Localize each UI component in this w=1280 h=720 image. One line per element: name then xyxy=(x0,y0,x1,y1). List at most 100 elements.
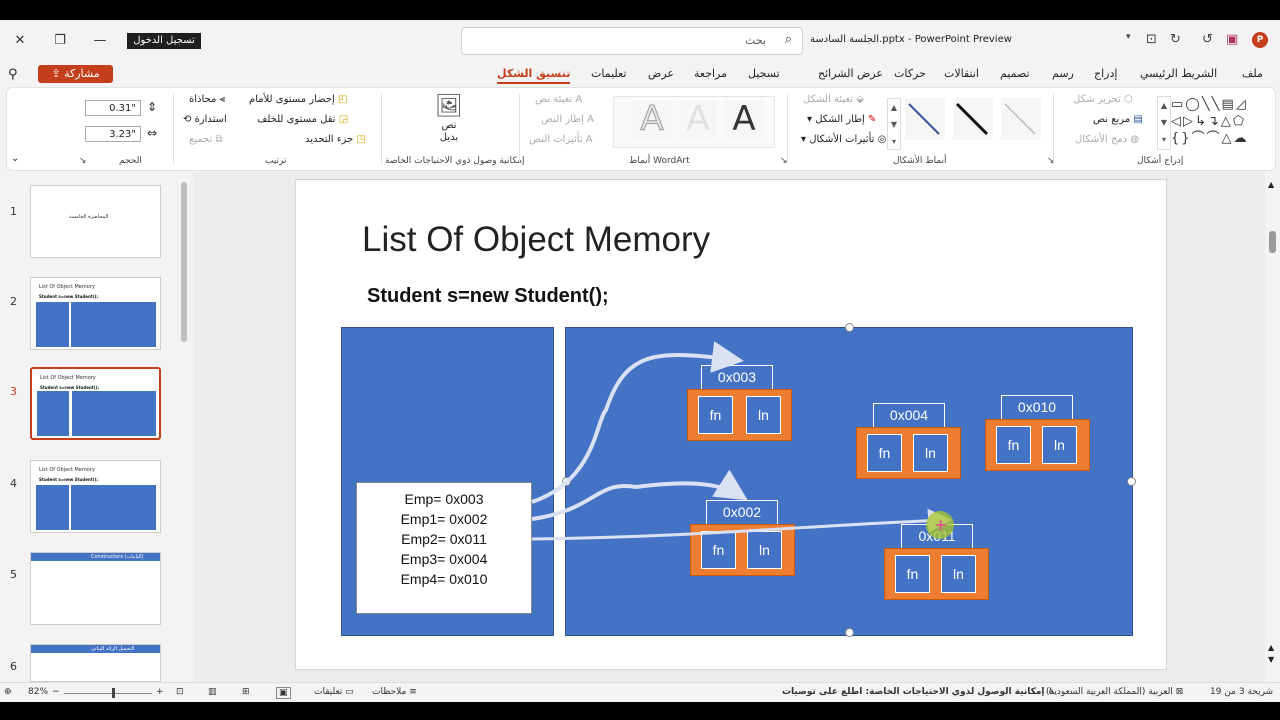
present-icon[interactable]: ⊡ xyxy=(1146,32,1157,47)
notes-button[interactable]: ملاحظات ≡ xyxy=(372,687,417,697)
width-field[interactable]: 3.23" xyxy=(85,126,141,142)
tab-file[interactable]: ملف xyxy=(1242,67,1263,80)
undo-icon[interactable]: ↺ xyxy=(1202,32,1213,47)
wordart-style-3[interactable]: A xyxy=(725,100,763,138)
tab-slideshow[interactable]: عرض الشرائح xyxy=(818,67,883,80)
zoom-in-icon[interactable]: + xyxy=(156,687,164,697)
shape-effects-button[interactable]: ▾ تأثيرات الأشكال ◎ xyxy=(801,134,886,145)
slide-thumbnail-3[interactable]: List Of Object Memory Student s=new Stud… xyxy=(30,367,161,440)
customize-toolbar-icon[interactable]: ▾ xyxy=(1126,32,1131,42)
zoom-slider[interactable] xyxy=(64,693,152,694)
shape-outline-button[interactable]: ▾ إطار الشكل ✎ xyxy=(807,114,876,125)
accessibility-status[interactable]: إمكانية الوصول لذوي الاحتياجات الخاصة: ا… xyxy=(782,687,1056,697)
canvas-scrollbar[interactable]: ▲ ▲ ▼ xyxy=(1268,180,1278,690)
language-status[interactable]: العربية (المملكة العربية السعودية) ⊠ xyxy=(1046,687,1183,697)
shapes-gallery[interactable]: ▭◯╲╲▤◿ ◁▷↳↴△⬠ {}⌒⌒△☁ xyxy=(1171,96,1271,148)
alt-text-icon[interactable]: 🖼 xyxy=(435,94,463,119)
rotate-icon: ⟲ xyxy=(183,114,195,125)
shape-effects-chevron-icon: ▾ xyxy=(801,134,810,145)
selection-pane-item[interactable]: جزء التحديد ◳ xyxy=(305,134,366,145)
wordart-style-1[interactable]: A xyxy=(633,100,671,139)
slide-thumbnail-2[interactable]: List Of Object Memory Student s=new Stud… xyxy=(30,277,161,350)
tab-shape-format[interactable]: تنسيق الشكل xyxy=(497,67,571,84)
scroll-up-icon[interactable]: ▲ xyxy=(1268,180,1274,189)
thumb-title: List Of Object Memory xyxy=(39,467,95,473)
thumb-panel xyxy=(72,391,156,436)
tab-view[interactable]: عرض xyxy=(648,67,674,80)
width-icon: ⇔ xyxy=(147,126,158,140)
comments-button[interactable]: تعليقات ▭ xyxy=(314,687,354,697)
shape-style-2[interactable] xyxy=(953,98,993,140)
save-icon[interactable]: ▣ xyxy=(1226,32,1238,47)
shape-style-1[interactable] xyxy=(905,98,945,140)
redo-icon[interactable]: ↻ xyxy=(1170,32,1181,47)
shape-style-3[interactable] xyxy=(1001,98,1041,140)
tab-animations[interactable]: حركات xyxy=(894,67,926,80)
line-style-icon xyxy=(955,102,989,136)
align-button[interactable]: محاذاة ⫷ xyxy=(189,94,225,105)
text-box-button[interactable]: مربع نص ▤ xyxy=(1093,114,1143,125)
group-icon: ⧉ xyxy=(212,134,223,145)
close-icon[interactable]: ✕ xyxy=(8,30,32,52)
slide-thumbnail-6[interactable]: التحميل الزائد للبناني xyxy=(30,644,161,682)
line-style-icon xyxy=(1004,103,1036,135)
search-box[interactable]: بحث ⌕ xyxy=(461,27,803,55)
presenter-view-icon[interactable]: ⊡ xyxy=(176,687,184,697)
tab-transitions[interactable]: انتقالات xyxy=(944,67,979,80)
zoom-out-icon[interactable]: − xyxy=(52,687,60,697)
tab-review[interactable]: مراجعة xyxy=(694,67,727,80)
pointer-arrows xyxy=(531,341,952,541)
alt-text-label[interactable]: نص بديل xyxy=(439,120,459,144)
minimize-icon[interactable]: — xyxy=(88,30,112,52)
divider xyxy=(787,94,788,164)
size-dialog-icon[interactable]: ↘ xyxy=(79,156,87,166)
selection-pane-button[interactable]: ⟲ استدارة xyxy=(183,114,227,125)
align-icon: ⫷ xyxy=(216,94,226,105)
insert-shapes-group-label: إدراج أشكال xyxy=(1137,156,1184,166)
sign-in-button[interactable]: تسجيل الدخول xyxy=(127,33,201,49)
share-button[interactable]: ⇪ مشاركة xyxy=(38,65,113,83)
thumb-panel xyxy=(36,302,69,347)
slide-sorter-icon[interactable]: ⊞ xyxy=(242,687,250,697)
notes-icon: ≡ xyxy=(406,687,417,697)
zoom-slider-thumb[interactable] xyxy=(112,688,115,698)
shape-outline-label: إطار الشكل xyxy=(815,114,865,125)
shape-fill-button: تعبئة الشكل ⬙ xyxy=(803,94,864,105)
scroll-down-icon[interactable]: ▲ ▼ xyxy=(1268,642,1274,666)
title-bar: ✕ ❐ — تسجيل الدخول بحث ⌕ الجلسة السادسة.… xyxy=(0,20,1280,62)
scroll-thumb[interactable] xyxy=(1269,231,1276,253)
fit-slide-icon[interactable]: ⊕ xyxy=(4,687,12,697)
slide[interactable]: List Of Object Memory Student s=new Stud… xyxy=(295,179,1167,670)
normal-view-icon[interactable]: ▣ xyxy=(276,687,291,699)
wordart-style-2[interactable]: A xyxy=(679,100,717,138)
zoom-level[interactable]: 82% xyxy=(28,687,48,697)
tab-draw[interactable]: رسم xyxy=(1052,67,1074,80)
shape-styles-scroll[interactable]: ▲ ▼ ▾ xyxy=(887,98,901,150)
send-backward-button[interactable]: نقل مستوى للخلف ◲ xyxy=(257,114,348,125)
arrow-emp xyxy=(531,341,744,504)
tab-record[interactable]: تسجيل xyxy=(748,67,780,80)
bring-forward-button[interactable]: إحضار مستوى للأمام ◰ xyxy=(249,94,347,105)
tab-home[interactable]: الشريط الرئيسي xyxy=(1140,67,1217,80)
slide-thumbnail-1[interactable]: المحاضرة الخامسة xyxy=(30,185,161,258)
tab-help[interactable]: تعليمات xyxy=(591,67,626,80)
thumbnails-scrollbar[interactable] xyxy=(181,182,187,342)
shape-styles-group-label: أنماط الأشكال xyxy=(893,156,947,166)
shapes-gallery-scroll[interactable]: ▲ ▼ ▾ xyxy=(1157,96,1171,150)
slide-thumbnail-4[interactable]: List Of Object Memory Student s=new Stud… xyxy=(30,460,161,533)
accessibility-group-label: إمكانية وصول ذوي الاحتياجات الخاصة xyxy=(385,156,525,166)
collapse-ribbon-icon[interactable]: ⌄ xyxy=(11,153,19,164)
shape-effects-label: تأثيرات الأشكال xyxy=(809,134,875,145)
thumb-title: المحاضرة الخامسة xyxy=(69,214,109,220)
restore-icon[interactable]: ❐ xyxy=(48,30,72,52)
height-field[interactable]: 0.31" xyxy=(85,100,141,116)
thumb-number: 2 xyxy=(10,295,17,308)
slide-thumbnail-5[interactable]: Constructors (البانيات) xyxy=(30,552,161,625)
tab-design[interactable]: تصميم xyxy=(1000,67,1030,80)
thumb-title: التحميل الزائد للبناني xyxy=(91,646,135,652)
copilot-icon[interactable]: ⚲ xyxy=(8,67,18,82)
selection-pane-icon: ◳ xyxy=(353,134,366,145)
send-backward-icon: ◲ xyxy=(335,114,349,125)
reading-view-icon[interactable]: ▥ xyxy=(208,687,217,697)
tab-insert[interactable]: إدراج xyxy=(1094,67,1117,80)
